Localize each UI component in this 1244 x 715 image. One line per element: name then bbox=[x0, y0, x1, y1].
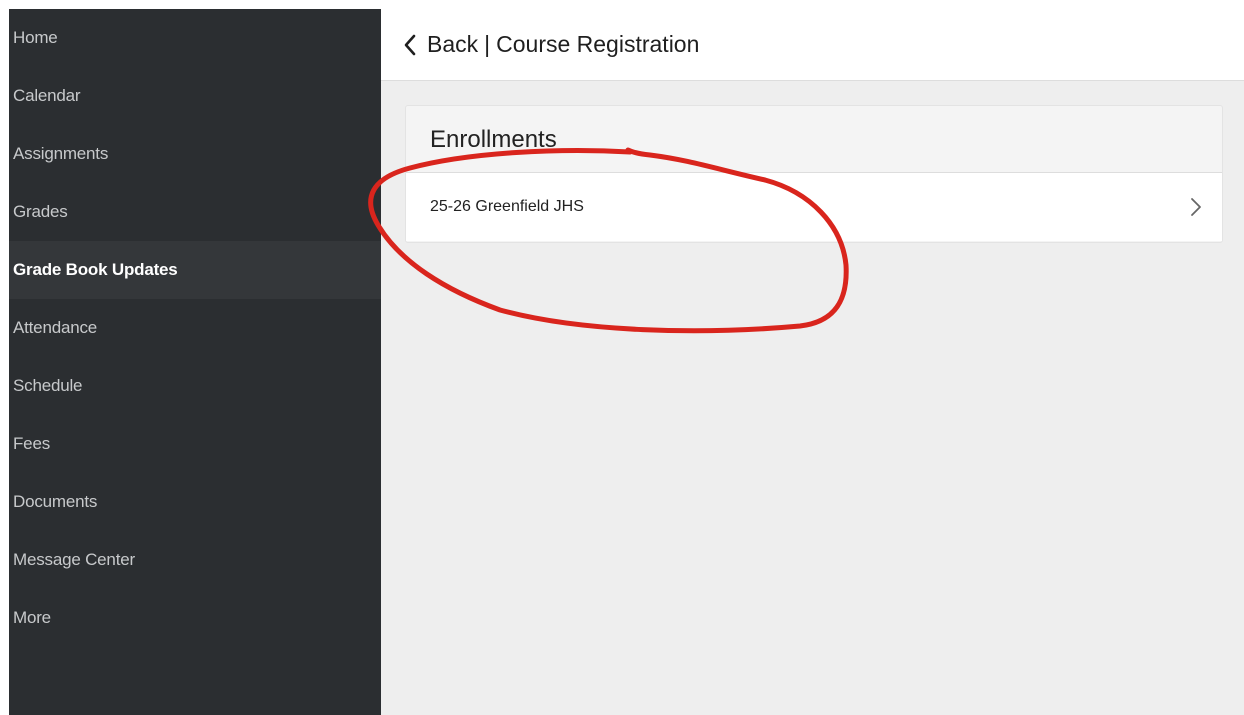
page-header: Back | Course Registration bbox=[381, 9, 1244, 80]
enrollment-label: 25-26 Greenfield JHS bbox=[430, 198, 584, 215]
sidebar-item-attendance[interactable]: Attendance bbox=[9, 299, 381, 357]
sidebar-item-fees[interactable]: Fees bbox=[9, 415, 381, 473]
sidebar-item-grade-book-updates[interactable]: Grade Book Updates bbox=[9, 241, 381, 299]
sidebar-item-grades[interactable]: Grades bbox=[9, 183, 381, 241]
chevron-right-icon bbox=[1191, 198, 1201, 216]
back-label: Back bbox=[427, 31, 479, 57]
sidebar-nav: Home Calendar Assignments Grades Grade B… bbox=[9, 9, 381, 715]
back-button[interactable]: Back bbox=[403, 31, 478, 58]
header-separator: | bbox=[484, 31, 491, 57]
enrollments-heading: Enrollments bbox=[406, 106, 1222, 173]
sidebar-item-calendar[interactable]: Calendar bbox=[9, 67, 381, 125]
page-title: Course Registration bbox=[496, 31, 700, 57]
chevron-left-icon bbox=[404, 34, 416, 55]
main-content: Back | Course Registration Enrollments 2… bbox=[381, 9, 1244, 715]
sidebar-item-home[interactable]: Home bbox=[9, 9, 381, 67]
enrollment-item[interactable]: 25-26 Greenfield JHS bbox=[406, 173, 1222, 241]
sidebar-item-message-center[interactable]: Message Center bbox=[9, 531, 381, 589]
sidebar-item-schedule[interactable]: Schedule bbox=[9, 357, 381, 415]
sidebar-item-documents[interactable]: Documents bbox=[9, 473, 381, 531]
sidebar-item-more[interactable]: More bbox=[9, 589, 381, 647]
enrollments-card: Enrollments 25-26 Greenfield JHS bbox=[405, 105, 1223, 243]
sidebar-item-assignments[interactable]: Assignments bbox=[9, 125, 381, 183]
